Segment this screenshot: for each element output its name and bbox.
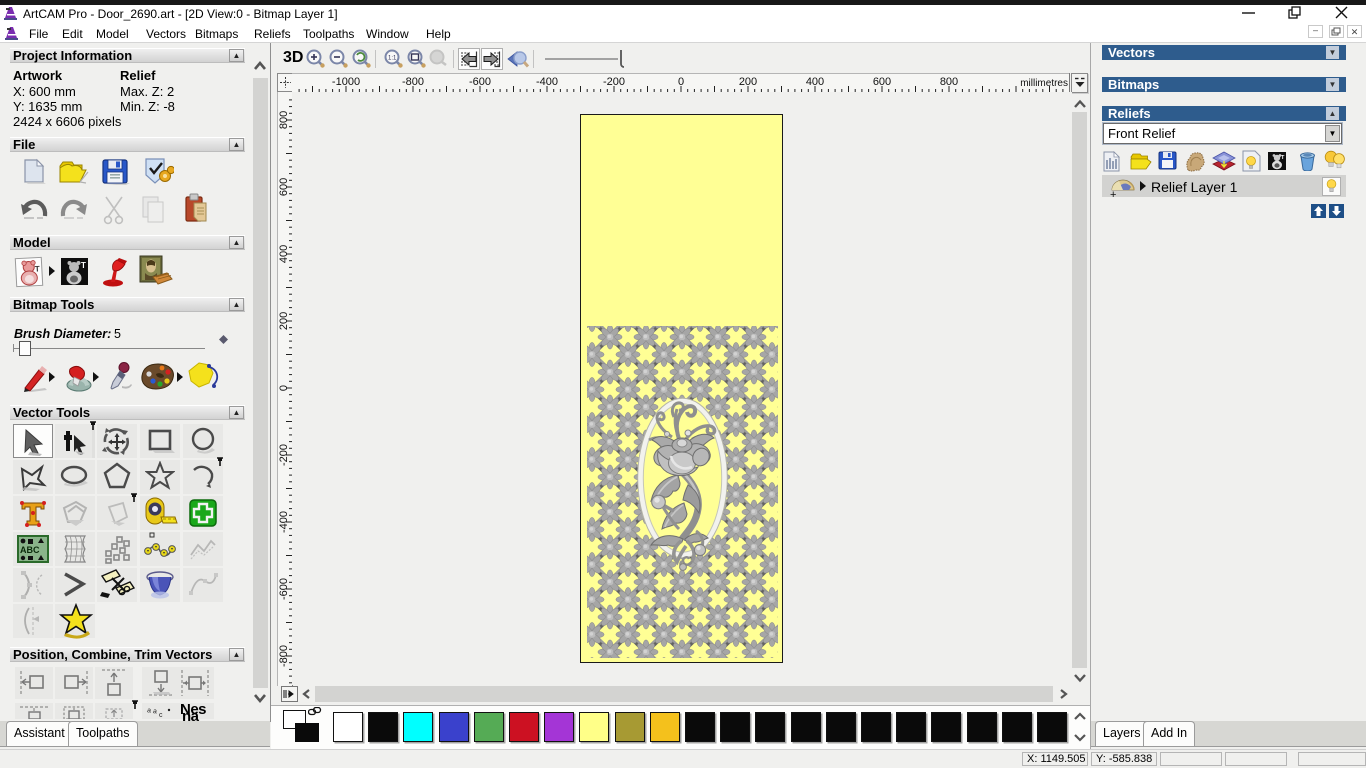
svg-text:-400: -400 xyxy=(536,76,558,88)
svg-text:-600: -600 xyxy=(469,76,491,88)
svg-text:ABC: ABC xyxy=(20,545,40,555)
svg-text:a a: a a xyxy=(147,707,158,715)
svg-text:400: 400 xyxy=(806,76,824,88)
svg-text:800: 800 xyxy=(278,111,290,129)
svg-text:-1000: -1000 xyxy=(332,76,360,88)
svg-text:-200: -200 xyxy=(603,76,625,88)
svg-text:+: + xyxy=(1110,189,1116,198)
svg-text:0: 0 xyxy=(278,385,290,391)
svg-text:T: T xyxy=(35,264,40,273)
svg-text:800: 800 xyxy=(940,76,958,88)
svg-text:millimetres: millimetres xyxy=(1020,78,1068,89)
svg-text:-600: -600 xyxy=(278,578,290,600)
svg-text:600: 600 xyxy=(873,76,891,88)
svg-text:c: c xyxy=(159,712,163,719)
svg-text:-800: -800 xyxy=(278,645,290,667)
svg-text:1:1: 1:1 xyxy=(388,56,397,62)
svg-text:200: 200 xyxy=(739,76,757,88)
svg-text:600: 600 xyxy=(278,178,290,196)
svg-text:400: 400 xyxy=(278,245,290,263)
svg-text:-400: -400 xyxy=(278,511,290,533)
svg-text:200: 200 xyxy=(278,312,290,330)
svg-text:-800: -800 xyxy=(402,76,424,88)
svg-text:T: T xyxy=(81,261,86,270)
svg-text:-200: -200 xyxy=(278,444,290,466)
svg-text:0: 0 xyxy=(678,76,684,88)
